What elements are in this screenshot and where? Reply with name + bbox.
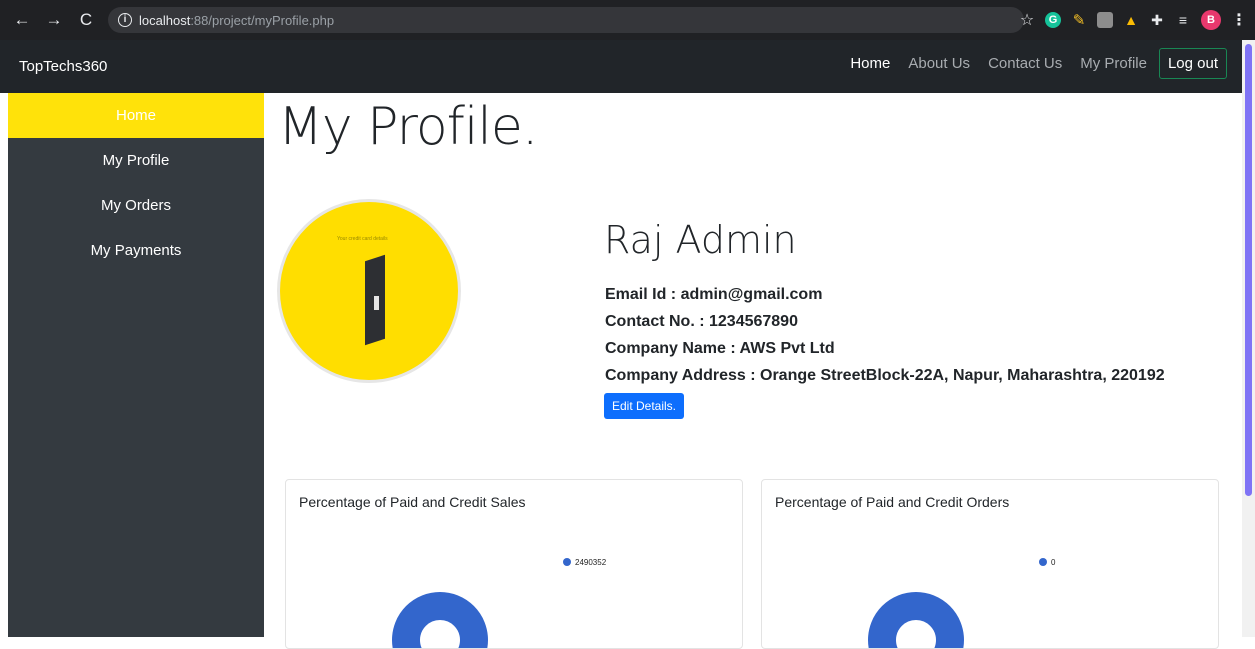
puzzle-icon[interactable]: ✚ — [1149, 12, 1165, 28]
navbar-links: Home About Us Contact Us My Profile Log … — [832, 48, 1227, 79]
url-host: localhost — [139, 12, 191, 28]
sidebar-item-my-orders[interactable]: My Orders — [8, 183, 264, 228]
grammarly-icon[interactable]: G — [1045, 12, 1061, 28]
brand-logo[interactable]: TopTechs360 — [19, 58, 107, 75]
main-content: My Profile. Your credit card details Raj… — [264, 93, 1242, 649]
page-title: My Profile. — [278, 97, 538, 157]
profile-avatar[interactable]: B — [1201, 10, 1221, 30]
orders-chart-card: Percentage of Paid and Credit Orders 0 — [761, 479, 1219, 649]
legend-label: 0 — [1051, 558, 1056, 567]
sidebar-item-my-profile[interactable]: My Profile — [8, 138, 264, 183]
profile-name: Raj Admin — [604, 218, 797, 262]
nav-my-profile[interactable]: My Profile — [1080, 55, 1147, 72]
address-bar[interactable]: i localhost :88/project/myProfile.php — [108, 7, 1024, 33]
sidebar: Home My Profile My Orders My Payments — [8, 93, 264, 637]
card-device-screen — [374, 296, 379, 310]
reload-icon[interactable]: C — [74, 8, 98, 32]
back-arrow-icon[interactable]: ← — [10, 8, 34, 32]
kebab-menu-icon[interactable]: ⋮ — [1231, 12, 1247, 29]
logout-button[interactable]: Log out — [1158, 48, 1227, 79]
nav-home[interactable]: Home — [850, 55, 890, 72]
donut-slice[interactable] — [392, 592, 488, 649]
pen-icon[interactable]: ✎ — [1071, 12, 1087, 29]
bookmark-star-icon[interactable]: ☆ — [1019, 12, 1035, 29]
top-navbar: TopTechs360 Home About Us Contact Us My … — [0, 40, 1242, 93]
profile-image: Your credit card details — [277, 199, 461, 383]
info-icon[interactable]: i — [118, 13, 132, 27]
drive-icon[interactable]: ▲ — [1123, 12, 1139, 28]
sidebar-item-home[interactable]: Home — [8, 93, 264, 138]
reading-list-icon[interactable]: ≡ — [1175, 12, 1191, 28]
profile-address: Company Address : Orange StreetBlock-22A… — [605, 367, 1165, 384]
profile-email: Email Id : admin@gmail.com — [605, 286, 823, 303]
scrollbar-thumb[interactable] — [1245, 44, 1252, 496]
extension-square-icon[interactable] — [1097, 12, 1113, 28]
forward-arrow-icon[interactable]: → — [42, 8, 66, 32]
page-left-edge — [0, 93, 8, 637]
sidebar-item-my-payments[interactable]: My Payments — [8, 228, 264, 273]
legend-marker — [563, 558, 571, 566]
edit-details-button[interactable]: Edit Details. — [604, 393, 684, 419]
browser-toolbar: ← → C i localhost :88/project/myProfile.… — [0, 0, 1255, 40]
nav-contact-us[interactable]: Contact Us — [988, 55, 1062, 72]
url-path: :88/project/myProfile.php — [190, 12, 335, 28]
sales-donut-chart: 2490352 — [392, 558, 607, 649]
profile-contact: Contact No. : 1234567890 — [605, 313, 798, 330]
legend-label: 2490352 — [575, 558, 607, 567]
orders-donut-chart: 0 — [868, 558, 1056, 649]
legend-marker — [1039, 558, 1047, 566]
sales-chart-card: Percentage of Paid and Credit Sales 2490… — [285, 479, 743, 649]
nav-about-us[interactable]: About Us — [908, 55, 970, 72]
profile-image-caption: Your credit card details — [337, 236, 388, 242]
profile-company: Company Name : AWS Pvt Ltd — [605, 340, 835, 357]
donut-slice[interactable] — [868, 592, 964, 649]
extensions-bar: ☆ G ✎ ▲ ✚ ≡ B ⋮ — [1014, 7, 1255, 33]
